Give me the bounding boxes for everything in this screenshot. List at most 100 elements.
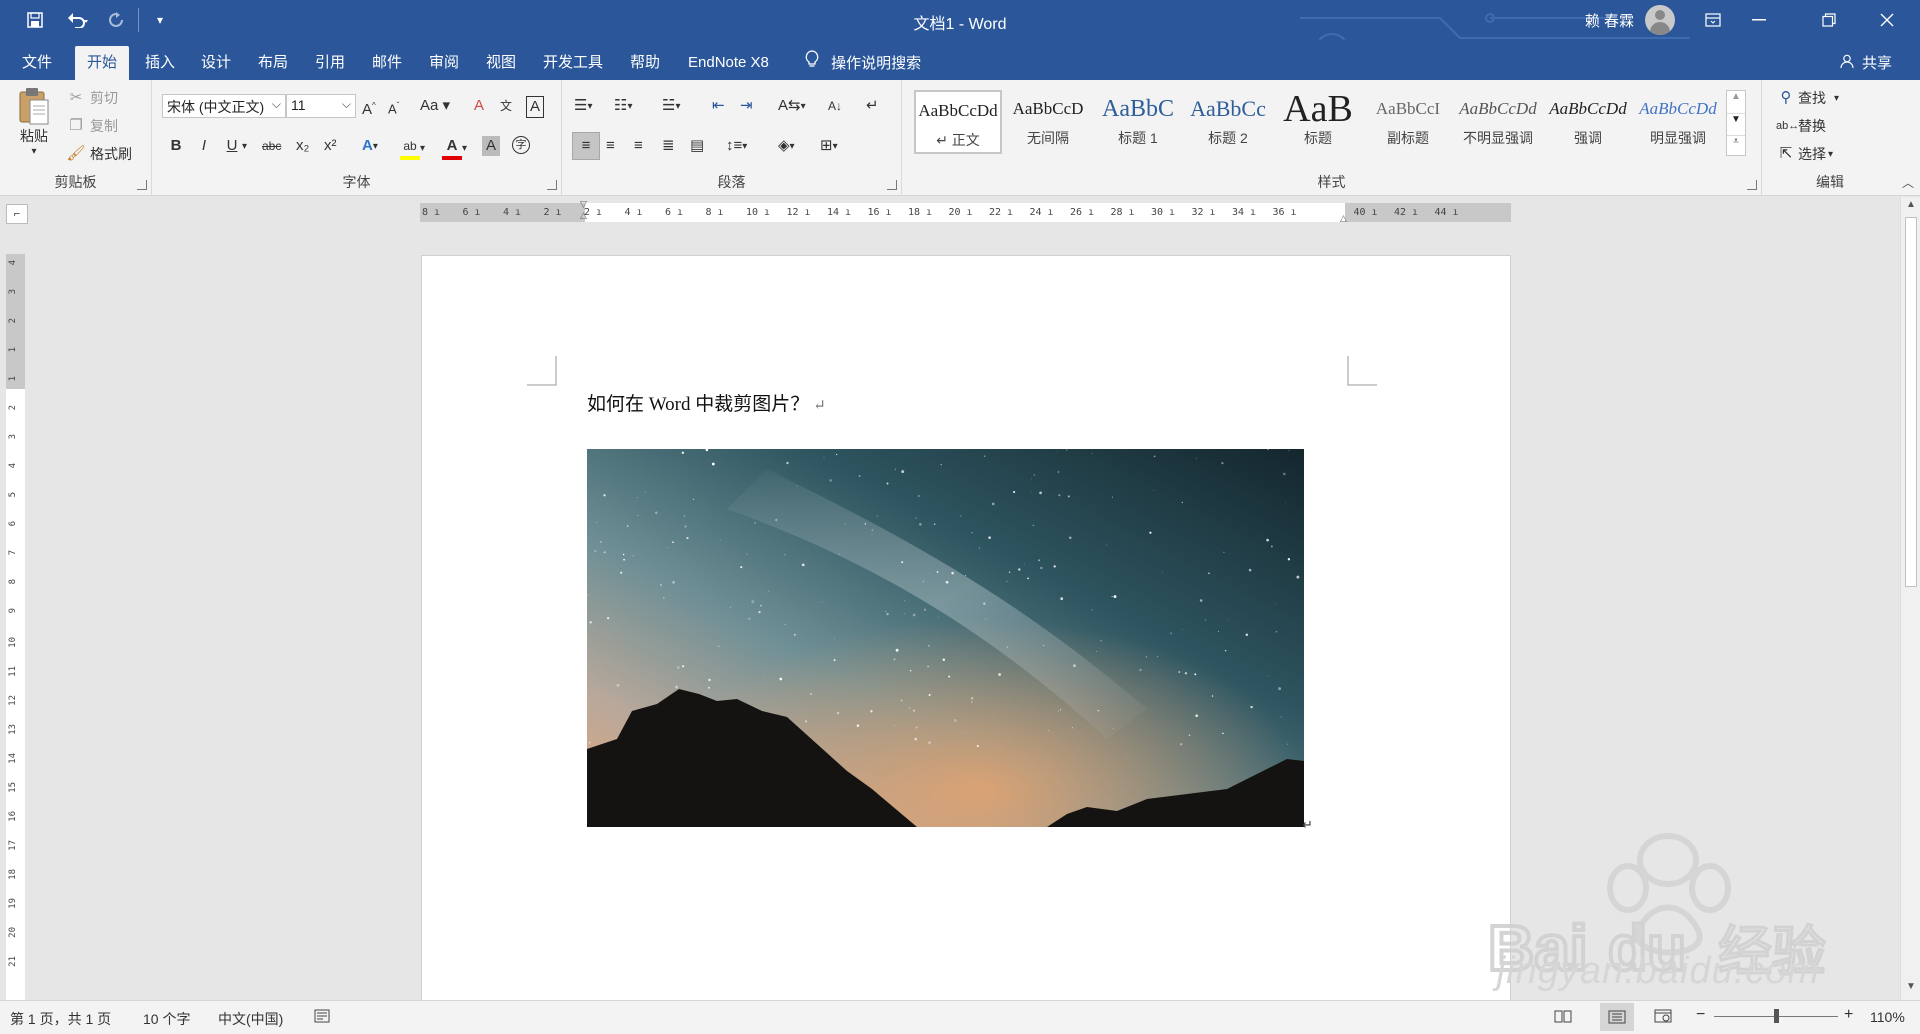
tab-home[interactable]: 开始	[75, 46, 130, 80]
web-layout-icon[interactable]	[1654, 1009, 1672, 1026]
phonetic-guide-button[interactable]: 文	[500, 96, 512, 116]
avatar[interactable]	[1645, 5, 1675, 35]
show-marks-button[interactable]: ↵	[866, 96, 879, 116]
change-case-button[interactable]: Aa ▾	[420, 96, 450, 116]
tell-me-search[interactable]: 操作说明搜索	[805, 50, 921, 73]
dialog-launcher-icon[interactable]	[547, 180, 557, 190]
ribbon-display-icon[interactable]	[1690, 0, 1736, 40]
share-button[interactable]: 共享	[1840, 52, 1892, 73]
justify-button[interactable]: ≣	[662, 136, 675, 156]
underline-button[interactable]: U ▾	[222, 136, 247, 156]
chevron-up-icon[interactable]: ▲	[1727, 91, 1745, 113]
zoom-level[interactable]: 110%	[1870, 1009, 1905, 1025]
align-center-button[interactable]: ≡	[606, 136, 615, 156]
shrink-font-button[interactable]: Aˇ	[388, 96, 399, 119]
shading-button[interactable]: ◈ ▾	[778, 136, 795, 156]
tab-references[interactable]: 引用	[309, 46, 351, 80]
close-icon[interactable]	[1864, 0, 1910, 40]
style-no-spacing[interactable]: AaBbCcD 无间隔	[1004, 90, 1092, 154]
tab-stop-selector[interactable]: ⌐	[6, 204, 28, 224]
bold-button[interactable]: B	[166, 136, 186, 156]
font-size-combo[interactable]: 11 ⌵	[286, 94, 356, 118]
tab-insert[interactable]: 插入	[139, 46, 181, 80]
decrease-indent-button[interactable]: ⇤	[712, 96, 725, 116]
document-page[interactable]: 如何在 Word 中裁剪图片？ ↵ ↵	[421, 255, 1511, 1015]
grow-font-button[interactable]: A^	[362, 96, 376, 120]
style-heading-2[interactable]: AaBbCc 标题 2	[1184, 90, 1272, 154]
distributed-button[interactable]: ▤	[690, 136, 704, 156]
clear-formatting-button[interactable]: A	[474, 96, 484, 116]
collapse-ribbon-icon[interactable]: ︿	[1902, 174, 1914, 191]
highlight-button[interactable]: ab ▾	[400, 136, 425, 160]
scroll-up-icon[interactable]: ▲	[1901, 199, 1920, 217]
paste-button[interactable]: 粘贴 ▾	[16, 86, 52, 157]
bullets-button[interactable]: ☰ ▾	[574, 96, 592, 116]
tab-layout[interactable]: 布局	[252, 46, 294, 80]
zoom-in-button[interactable]: +	[1844, 1006, 1853, 1024]
vertical-ruler[interactable]: 4 3 2 1 1 2 3 4 5 6 7 8 9 10 11 12 13 14 15 16 17 18 19 20 21	[6, 254, 25, 1000]
style-heading-1[interactable]: AaBbC 标题 1	[1094, 90, 1182, 154]
page-count[interactable]: 第 1 页，共 1 页	[10, 1009, 111, 1029]
tab-view[interactable]: 视图	[480, 46, 522, 80]
tab-design[interactable]: 设计	[195, 46, 237, 80]
tab-mailings[interactable]: 邮件	[366, 46, 408, 80]
zoom-slider-thumb[interactable]	[1774, 1009, 1779, 1023]
align-left-button[interactable]: ≡	[572, 132, 600, 160]
find-button[interactable]: ⚲ 查找 ▾	[1776, 88, 1840, 108]
cut-button[interactable]: ✂ 剪切	[66, 88, 118, 108]
text-effects-button[interactable]: A ▾	[362, 136, 378, 156]
right-indent-marker-icon[interactable]: △	[1340, 213, 1347, 224]
dialog-launcher-icon[interactable]	[1747, 180, 1757, 190]
borders-button[interactable]: ⊞ ▾	[820, 136, 838, 156]
italic-button[interactable]: I	[194, 136, 214, 156]
sort-button[interactable]: A↓	[828, 96, 842, 116]
minimize-icon[interactable]	[1736, 0, 1782, 40]
copy-button[interactable]: ❐ 复制	[66, 116, 118, 136]
tab-help[interactable]: 帮助	[624, 46, 666, 80]
style-normal[interactable]: AaBbCcDd ↵ 正文	[914, 90, 1002, 154]
char-shading-button[interactable]: A	[482, 136, 500, 156]
tab-review[interactable]: 审阅	[423, 46, 465, 80]
vertical-scrollbar[interactable]: ▲ ▼	[1900, 197, 1920, 1001]
align-right-button[interactable]: ≡	[634, 136, 643, 156]
word-count[interactable]: 10 个字	[143, 1009, 190, 1029]
enclose-char-button[interactable]: 字	[512, 136, 530, 154]
superscript-button[interactable]: x²	[324, 136, 337, 156]
expand-gallery-icon[interactable]: ⩡	[1727, 135, 1745, 155]
inserted-picture[interactable]	[587, 449, 1304, 827]
style-subtitle[interactable]: AaBbCcI 副标题	[1364, 90, 1452, 154]
chinese-layout-button[interactable]: A⇆ ▾	[778, 96, 806, 116]
tab-developer[interactable]: 开发工具	[537, 46, 609, 80]
print-layout-icon[interactable]	[1600, 1003, 1634, 1031]
style-intense-emphasis[interactable]: AaBbCcDd 明显强调	[1634, 90, 1722, 154]
zoom-slider[interactable]	[1714, 1009, 1838, 1023]
scroll-thumb[interactable]	[1905, 217, 1917, 587]
indent-marker-icon[interactable]: ▽ △	[580, 199, 587, 221]
restore-icon[interactable]	[1806, 0, 1852, 40]
chevron-down-icon[interactable]: ▼	[1727, 113, 1745, 135]
style-title[interactable]: AaB 标题	[1274, 90, 1362, 154]
style-subtle-emphasis[interactable]: AaBbCcDd 不明显强调	[1454, 90, 1542, 154]
subscript-button[interactable]: x₂	[296, 136, 309, 156]
dialog-launcher-icon[interactable]	[137, 180, 147, 190]
tab-endnote[interactable]: EndNote X8	[682, 46, 775, 80]
multilevel-list-button[interactable]: ☱ ▾	[662, 96, 680, 116]
increase-indent-button[interactable]: ⇥	[740, 96, 753, 116]
format-painter-button[interactable]: 🖌 格式刷	[66, 144, 132, 164]
document-paragraph[interactable]: 如何在 Word 中裁剪图片？ ↵	[587, 389, 826, 416]
line-spacing-button[interactable]: ↕≡ ▾	[726, 136, 747, 156]
scroll-down-icon[interactable]: ▼	[1901, 981, 1920, 999]
zoom-out-button[interactable]: −	[1696, 1006, 1705, 1024]
read-mode-icon[interactable]	[1554, 1009, 1572, 1026]
replace-button[interactable]: ab↔ 替换	[1776, 116, 1826, 136]
numbering-button[interactable]: ☷ ▾	[614, 96, 632, 116]
dialog-launcher-icon[interactable]	[887, 180, 897, 190]
macro-record-icon[interactable]	[314, 1009, 330, 1026]
language-indicator[interactable]: 中文(中国)	[218, 1009, 283, 1029]
tab-file[interactable]: 文件	[16, 46, 58, 80]
strikethrough-button[interactable]: abc	[262, 136, 281, 156]
style-emphasis[interactable]: AaBbCcDd 强调	[1544, 90, 1632, 154]
font-name-combo[interactable]: 宋体 (中文正文) ⌵	[162, 94, 286, 118]
char-border-button[interactable]: A	[526, 96, 544, 118]
font-color-button[interactable]: A ▾	[442, 136, 467, 160]
